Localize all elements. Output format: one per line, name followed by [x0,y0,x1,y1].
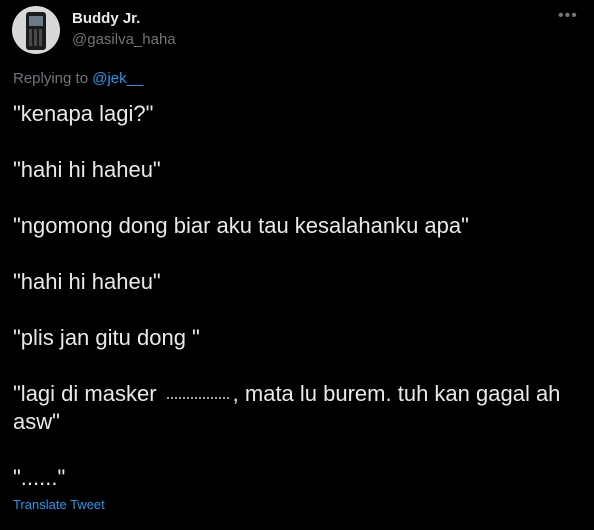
tweet-line: "ngomong dong biar aku tau kesalahanku a… [13,213,469,238]
replying-to: Replying to @jek__ [13,70,143,87]
tweet-line: "lagi di masker , mata lu burem. tuh kan… [13,380,583,436]
tweet-line-part: "lagi di masker [13,381,157,406]
display-name[interactable]: Buddy Jr. [72,10,140,27]
avatar[interactable] [12,6,60,54]
translate-tweet-link[interactable]: Translate Tweet [13,497,105,512]
replying-prefix: Replying to [13,70,89,87]
censored-word [162,383,233,405]
mention-link[interactable]: @jek__ [92,70,143,87]
tweet-line: "......" [13,465,66,490]
user-handle[interactable]: @gasilva_haha [72,31,176,48]
more-options-icon[interactable]: ••• [558,8,578,24]
tweet-line: "plis jan gitu dong " [13,325,200,350]
tweet: Buddy Jr. @gasilva_haha ••• Replying to … [0,0,594,530]
tweet-line: "hahi hi haheu" [13,269,161,294]
tweet-line: "kenapa lagi?" [13,101,154,126]
tweet-line: "hahi hi haheu" [13,157,161,182]
tweet-text: "kenapa lagi?" "hahi hi haheu" "ngomong … [13,100,583,492]
